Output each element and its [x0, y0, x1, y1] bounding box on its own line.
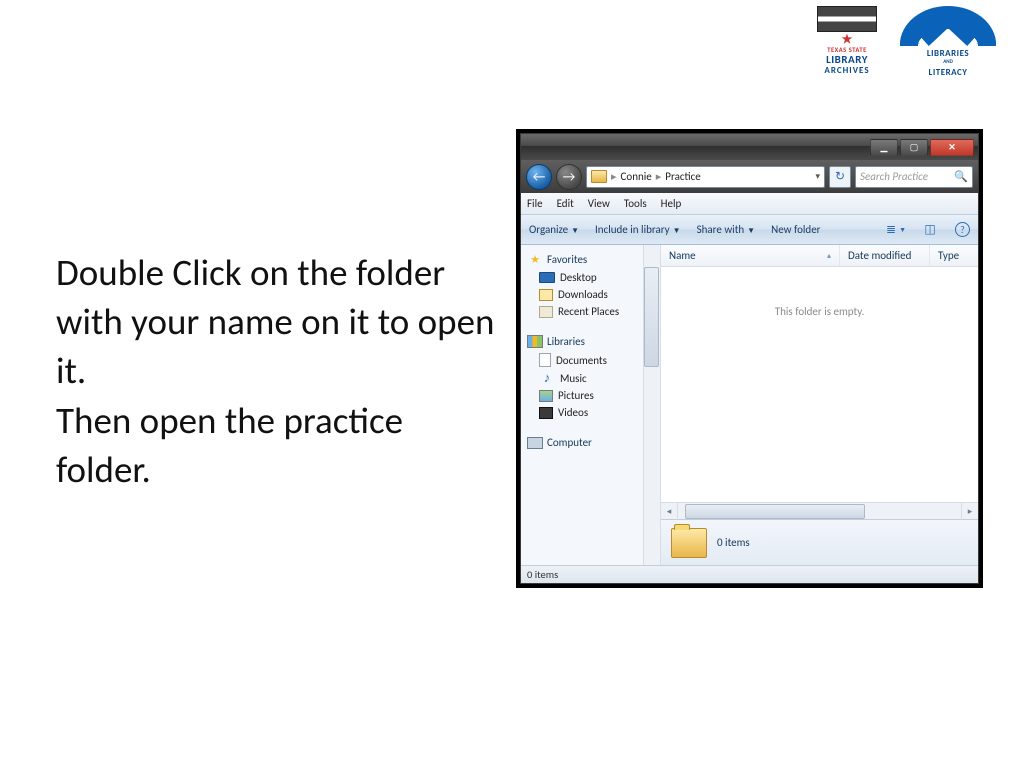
sidebar-scrollbar[interactable]	[643, 245, 660, 565]
back-button[interactable]: ←	[526, 164, 552, 190]
search-placeholder: Search Practice	[860, 170, 928, 183]
minimize-button[interactable]: ▁	[870, 139, 898, 156]
music-icon: ♪	[539, 371, 555, 385]
sidebar-item-documents[interactable]: Documents	[525, 351, 658, 369]
chevron-down-icon: ▼	[571, 226, 579, 236]
column-headers: Name ▴ Date modified Type	[661, 245, 978, 267]
scroll-right-icon[interactable]: ▸	[961, 503, 978, 520]
sidebar-item-downloads[interactable]: Downloads	[525, 286, 658, 303]
arrow-right-icon: →	[563, 168, 576, 185]
logo2-and: AND	[943, 59, 952, 65]
logo1-line-bot: ARCHIVES	[824, 66, 869, 76]
help-button[interactable]: ?	[955, 222, 970, 237]
document-icon	[539, 353, 551, 367]
menu-help[interactable]: Help	[661, 197, 682, 210]
nav-bar: ← → ▸ Connie ▸ Practice ▾ ↻ Search Pract…	[521, 160, 978, 193]
computer-icon	[527, 437, 543, 449]
empty-folder-text: This folder is empty.	[661, 305, 978, 318]
people-icon	[958, 12, 980, 28]
sidebar-item-videos[interactable]: Videos	[525, 404, 658, 421]
house-icon	[918, 14, 934, 26]
sidebar-item-recent[interactable]: Recent Places	[525, 303, 658, 320]
chevron-down-icon: ▼	[673, 226, 681, 236]
column-date[interactable]: Date modified	[840, 245, 930, 266]
horizontal-scrollbar[interactable]: ◂ ▸	[661, 502, 978, 519]
folder-icon	[671, 528, 707, 558]
star-icon: ★	[527, 252, 543, 266]
menu-edit[interactable]: Edit	[557, 197, 574, 210]
chevron-down-icon: ▼	[899, 225, 906, 234]
address-bar[interactable]: ▸ Connie ▸ Practice ▾	[586, 166, 825, 188]
sidebar-computer[interactable]: Computer	[525, 433, 658, 452]
sidebar-libraries[interactable]: Libraries	[525, 332, 658, 351]
window-titlebar[interactable]: ▁ ▢ ✕	[521, 134, 978, 160]
breadcrumb-sep-icon: ▸	[611, 170, 617, 183]
chevron-down-icon: ▼	[747, 226, 755, 236]
instruction-text: Double Click on the folder with your nam…	[56, 248, 496, 494]
scrollbar-thumb[interactable]	[644, 267, 659, 367]
sort-indicator-icon: ▴	[827, 251, 831, 261]
close-button[interactable]: ✕	[930, 139, 974, 156]
header-logos: ★ TEXAS STATE LIBRARY ARCHIVES LIBRARIES…	[814, 6, 998, 78]
column-name[interactable]: Name ▴	[661, 245, 840, 266]
arc-icon	[900, 6, 996, 46]
status-text: 0 items	[527, 568, 558, 581]
details-pane: 0 items	[661, 519, 978, 565]
breadcrumb-seg1[interactable]: Connie	[621, 170, 652, 183]
scroll-left-icon[interactable]: ◂	[661, 503, 678, 520]
nav-pane: ★ Favorites Desktop Downloads Recent Pla…	[521, 245, 661, 565]
instruction-line1: Double Click on the folder with your nam…	[56, 250, 494, 393]
arrow-left-icon: ←	[533, 168, 546, 185]
menu-tools[interactable]: Tools	[624, 197, 647, 210]
videos-icon	[539, 407, 553, 419]
sidebar-item-music[interactable]: ♪Music	[525, 369, 658, 387]
address-dropdown-icon[interactable]: ▾	[815, 171, 820, 182]
search-input[interactable]: Search Practice 🔍	[855, 166, 973, 188]
column-type[interactable]: Type	[930, 245, 978, 266]
logo-libraries-literacy: LIBRARIES AND LITERACY	[898, 6, 998, 78]
menu-file[interactable]: File	[527, 197, 543, 210]
toolbar-share[interactable]: Share with▼	[697, 223, 756, 236]
folder-icon	[539, 289, 553, 301]
instruction-line2: Then open the practice folder.	[56, 398, 403, 492]
libraries-icon	[527, 335, 543, 348]
forward-button[interactable]: →	[556, 164, 582, 190]
desktop-icon	[539, 272, 555, 283]
recent-icon	[539, 306, 553, 318]
scrollbar-thumb[interactable]	[685, 504, 865, 519]
menu-bar: File Edit View Tools Help	[521, 193, 978, 215]
logo2-line1: LIBRARIES	[927, 48, 969, 59]
breadcrumb-seg2[interactable]: Practice	[665, 170, 700, 183]
preview-pane-button[interactable]: ◫	[921, 222, 939, 238]
refresh-icon: ↻	[835, 169, 845, 184]
sidebar-item-pictures[interactable]: Pictures	[525, 387, 658, 404]
sidebar-item-desktop[interactable]: Desktop	[525, 269, 658, 286]
sidebar-favorites[interactable]: ★ Favorites	[525, 249, 658, 269]
explorer-window: ▁ ▢ ✕ ← → ▸ Connie ▸ Practice ▾ ↻	[516, 129, 983, 588]
toolbar-organize[interactable]: Organize▼	[529, 223, 579, 236]
refresh-button[interactable]: ↻	[829, 166, 851, 188]
toolbar-newfolder[interactable]: New folder	[771, 223, 820, 236]
pictures-icon	[539, 390, 553, 402]
folder-icon	[591, 170, 607, 183]
file-list-pane: Name ▴ Date modified Type This folder is…	[661, 245, 978, 565]
maximize-button[interactable]: ▢	[900, 139, 928, 156]
logo2-line2: LITERACY	[929, 67, 968, 78]
logo-tsla: ★ TEXAS STATE LIBRARY ARCHIVES	[814, 6, 880, 76]
details-count: 0 items	[717, 536, 750, 549]
command-bar: Organize▼ Include in library▼ Share with…	[521, 215, 978, 245]
menu-view[interactable]: View	[588, 197, 610, 210]
search-icon: 🔍	[954, 170, 968, 183]
view-options-button[interactable]: ≣▼	[887, 222, 905, 238]
building-icon	[817, 6, 877, 32]
breadcrumb-sep-icon: ▸	[656, 170, 662, 183]
toolbar-include[interactable]: Include in library▼	[595, 223, 681, 236]
status-bar: 0 items	[521, 565, 978, 583]
file-list[interactable]: This folder is empty.	[661, 267, 978, 502]
